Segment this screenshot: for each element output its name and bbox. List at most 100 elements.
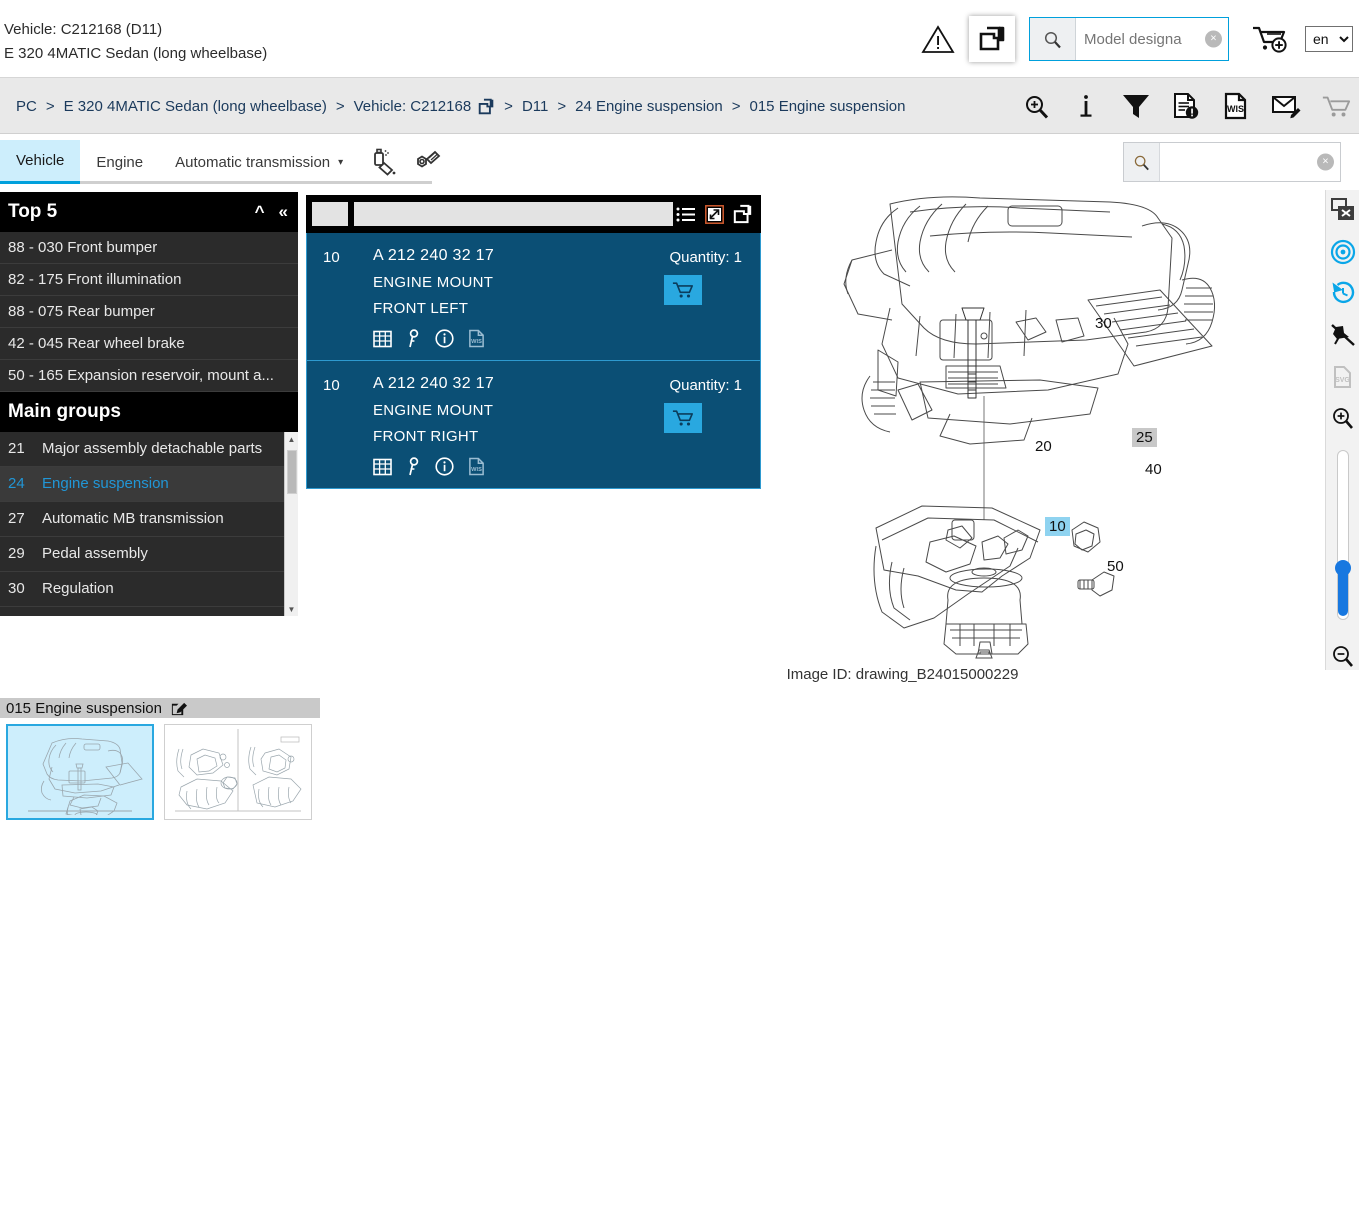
breadcrumb-item-015[interactable]: 015 Engine suspension (750, 98, 906, 115)
info-circle-icon[interactable] (435, 329, 454, 348)
table-row[interactable]: 10 A 212 240 32 17 ENGINE MOUNT FRONT LE… (306, 233, 761, 361)
main-group-label: Pedal assembly (42, 545, 148, 562)
main-group-label: Automatic MB transmission (42, 510, 224, 527)
zoom-slider[interactable] (1334, 450, 1351, 621)
breadcrumb-item-group-24[interactable]: 24 Engine suspension (575, 98, 723, 115)
thumbnail-engine-suspension-detail[interactable] (6, 724, 154, 820)
breadcrumb-separator: > (504, 97, 513, 115)
parts-drawing[interactable]: 30 20 25 40 10 50 (770, 190, 1330, 660)
top5-item-0[interactable]: 88 - 030 Front bumper (0, 232, 298, 264)
svg-text:WIS: WIS (471, 467, 482, 473)
main-groups-list: 21 Major assembly detachable parts 24 En… (0, 432, 298, 616)
scrollbar-thumb[interactable] (287, 450, 297, 494)
scroll-up-icon[interactable]: ▲ (285, 432, 298, 446)
part-position: 10 (323, 377, 340, 394)
paint-spray-icon[interactable] (371, 147, 399, 177)
breadcrumb-separator: > (335, 97, 345, 115)
breadcrumb-separator: > (45, 97, 55, 115)
table-row[interactable]: 10 A 212 240 32 17 ENGINE MOUNT FRONT RI… (306, 361, 761, 489)
main-group-item-24[interactable]: 24 Engine suspension (0, 467, 298, 502)
top5-title: Top 5 (8, 201, 58, 222)
zoom-slider-handle[interactable] (1334, 560, 1351, 577)
breadcrumb-item-model[interactable]: E 320 4MATIC Sedan (long wheelbase) (64, 98, 327, 115)
wis-document-icon[interactable]: WIS (1221, 91, 1251, 121)
expand-icon[interactable] (705, 204, 724, 224)
warning-triangle-icon[interactable] (915, 16, 961, 62)
callout-25[interactable]: 25 (1132, 428, 1157, 447)
copy-documents-icon[interactable] (969, 16, 1015, 62)
top5-item-1[interactable]: 82 - 175 Front illumination (0, 264, 298, 296)
parts-search-input[interactable] (1160, 143, 1340, 181)
breadcrumb-item-d11[interactable]: D11 (522, 98, 548, 115)
main-group-num: 24 (8, 475, 25, 492)
parts-search[interactable]: × (1123, 142, 1341, 182)
add-to-cart-button[interactable] (664, 403, 702, 433)
svg-file-icon[interactable]: SVG (1329, 363, 1357, 391)
top5-item-2[interactable]: 88 - 075 Rear bumper (0, 296, 298, 328)
cart-icon[interactable] (1321, 91, 1351, 121)
chevron-up-icon[interactable]: ^ (255, 202, 265, 222)
breadcrumb-item-vehicle[interactable]: Vehicle: C212168 (354, 98, 472, 115)
breadcrumb-item-pc[interactable]: PC (16, 98, 37, 115)
history-undo-icon[interactable] (1329, 279, 1357, 307)
double-chevron-left-icon[interactable]: « (279, 202, 288, 222)
filter-icon[interactable] (1121, 91, 1151, 121)
tab-vehicle[interactable]: Vehicle (0, 140, 81, 184)
callout-10[interactable]: 10 (1045, 517, 1070, 536)
parts-header-bar (354, 202, 673, 226)
vehicle-info: Vehicle: C212168 (D11) E 320 4MATIC Seda… (4, 18, 267, 66)
part-quantity: Quantity: 1 (669, 249, 742, 266)
top5-header-icons: ^ « (255, 192, 288, 232)
main-group-item-29[interactable]: 29 Pedal assembly (0, 537, 298, 572)
top5-item-4[interactable]: 50 - 165 Expansion reservoir, mount a... (0, 360, 298, 392)
info-circle-icon[interactable] (435, 457, 454, 476)
clear-parts-search-icon[interactable]: × (1317, 153, 1334, 171)
zoom-in-icon[interactable] (1021, 91, 1051, 121)
main-groups-scrollbar[interactable]: ▲ ▼ (284, 432, 298, 616)
left-sidebar: Top 5 ^ « 88 - 030 Front bumper 82 - 175… (0, 192, 298, 616)
parts-header-icons (676, 195, 753, 233)
search-icon (1124, 143, 1160, 181)
list-view-icon[interactable] (676, 206, 696, 223)
info-icon[interactable] (1071, 91, 1101, 121)
target-icon[interactable] (1329, 238, 1357, 266)
bolt-nut-icon[interactable] (411, 147, 441, 177)
callout-50: 50 (1107, 558, 1124, 575)
mail-edit-icon[interactable] (1271, 91, 1301, 121)
table-grid-icon[interactable] (373, 458, 392, 476)
scroll-down-icon[interactable]: ▼ (285, 602, 298, 616)
table-grid-icon[interactable] (373, 330, 392, 348)
main-group-item-30[interactable]: 30 Regulation (0, 572, 298, 607)
breadcrumb-copy-documents-icon[interactable] (478, 98, 495, 115)
top5-item-3[interactable]: 42 - 045 Rear wheel brake (0, 328, 298, 360)
key-icon[interactable] (406, 457, 421, 476)
model-search[interactable]: × (1029, 17, 1229, 61)
thumbnail-section: 015 Engine suspension (0, 698, 320, 820)
parts-panel-header (306, 195, 761, 233)
add-to-cart-button[interactable] (664, 275, 702, 305)
close-window-icon[interactable] (1329, 196, 1357, 224)
main-group-item-21[interactable]: 21 Major assembly detachable parts (0, 432, 298, 467)
tab-list: Vehicle Engine Automatic transmission ▾ (0, 134, 441, 184)
search-icon (1030, 18, 1076, 60)
main-group-item-27[interactable]: 27 Automatic MB transmission (0, 502, 298, 537)
key-icon[interactable] (406, 329, 421, 348)
clear-search-icon[interactable]: × (1205, 30, 1222, 48)
wis-document-icon[interactable]: WIS (468, 329, 485, 348)
edit-pencil-icon[interactable] (170, 700, 187, 717)
parts-panel: 10 A 212 240 32 17 ENGINE MOUNT FRONT LE… (306, 195, 761, 489)
zoom-out-icon[interactable] (1329, 642, 1357, 670)
language-select[interactable]: en (1305, 26, 1353, 52)
cart-add-icon[interactable] (1243, 16, 1299, 62)
tab-engine[interactable]: Engine (80, 140, 159, 184)
breadcrumb-separator: > (731, 97, 741, 115)
document-alert-icon[interactable] (1171, 91, 1201, 121)
tab-automatic-transmission[interactable]: Automatic transmission ▾ (159, 140, 359, 184)
thumbnail-engine-suspension-overview[interactable] (164, 724, 312, 820)
main-group-num: 27 (8, 510, 25, 527)
unpin-icon[interactable] (1329, 321, 1357, 349)
zoom-in-icon[interactable] (1329, 404, 1357, 432)
copy-documents-icon[interactable] (733, 204, 753, 224)
main-group-label: Major assembly detachable parts (42, 440, 263, 457)
wis-document-icon[interactable]: WIS (468, 457, 485, 476)
